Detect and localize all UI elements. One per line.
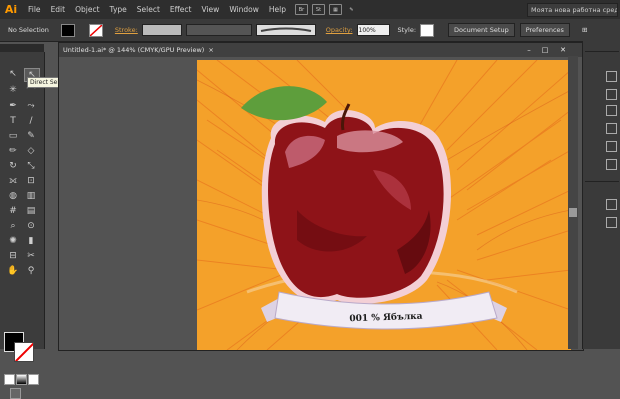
fill-swatch[interactable] — [60, 23, 75, 37]
menu-edit[interactable]: Edit — [51, 5, 66, 14]
zoom-tool-icon[interactable]: ⚲ — [24, 265, 38, 277]
document-setup-button[interactable]: Document Setup — [448, 23, 515, 37]
style-label: Style: — [397, 26, 417, 34]
align-icon[interactable]: ⊞ — [582, 26, 587, 34]
color-mode-icon[interactable] — [4, 374, 15, 385]
layers-panel-icon[interactable] — [606, 199, 617, 210]
menu-object[interactable]: Object — [75, 5, 99, 14]
stroke-color-swatch[interactable] — [14, 342, 34, 362]
column-graph-tool-icon[interactable]: ▮ — [24, 235, 38, 247]
graphic-style-swatch[interactable] — [420, 23, 435, 37]
brushes-panel-icon[interactable] — [606, 123, 617, 134]
selection-status: No Selection — [8, 26, 49, 34]
color-panel-icon[interactable] — [606, 71, 617, 82]
close-button[interactable]: ✕ — [555, 44, 571, 55]
perspective-grid-tool-icon[interactable]: ▥ — [24, 190, 38, 202]
free-transform-tool-icon[interactable]: ⊡ — [24, 175, 38, 187]
eraser-tool-icon[interactable]: ◇ — [24, 145, 38, 157]
hand-tool-icon[interactable]: ✋ — [6, 265, 20, 277]
panel-divider — [585, 181, 619, 182]
variable-width-profile[interactable] — [185, 24, 252, 36]
width-tool-icon[interactable]: ⟗ — [6, 175, 20, 187]
blend-tool-icon[interactable]: ⊙ — [24, 220, 38, 232]
brush-icon[interactable]: ✎ — [346, 5, 357, 14]
gradient-mode-icon[interactable] — [16, 374, 27, 385]
scale-tool-icon[interactable]: ⤡ — [24, 160, 38, 172]
stroke-label[interactable]: Stroke: — [115, 26, 138, 34]
type-tool-icon[interactable]: T — [6, 115, 20, 127]
maximize-button[interactable]: □ — [537, 44, 553, 55]
arrange-documents-icon[interactable]: ▦ — [329, 4, 342, 15]
toolbox-header[interactable] — [0, 44, 44, 52]
menu-view[interactable]: View — [202, 5, 220, 14]
app-logo: Ai — [4, 3, 18, 16]
right-panel-dock — [582, 41, 620, 349]
stroke-panel-icon[interactable] — [606, 105, 617, 116]
bridge-icon[interactable]: Br — [295, 4, 308, 15]
symbol-sprayer-tool-icon[interactable]: ✺ — [6, 235, 20, 247]
gradient-tool-icon[interactable]: ▤ — [24, 205, 38, 217]
menu-type[interactable]: Type — [110, 5, 127, 14]
line-tool-icon[interactable]: / — [24, 115, 38, 127]
rectangle-tool-icon[interactable]: ▭ — [6, 130, 20, 142]
menu-bar: Ai File Edit Object Type Select Effect V… — [0, 0, 620, 19]
menu-window[interactable]: Window — [229, 5, 259, 14]
symbols-panel-icon[interactable] — [606, 141, 617, 152]
preferences-button[interactable]: Preferences — [519, 23, 570, 37]
opacity-label[interactable]: Opacity: — [326, 26, 353, 34]
menu-file[interactable]: File — [28, 5, 41, 14]
vertical-scrollbar[interactable] — [568, 56, 578, 349]
swatches-panel-icon[interactable] — [606, 89, 617, 100]
selection-tool-icon[interactable]: ↖ — [6, 68, 20, 80]
close-tab-icon[interactable]: × — [208, 46, 213, 54]
paintbrush-tool-icon[interactable]: ✎ — [24, 130, 38, 142]
pencil-tool-icon[interactable]: ✏ — [6, 145, 20, 157]
opacity-field[interactable]: 100% — [356, 24, 390, 36]
menu-select[interactable]: Select — [137, 5, 160, 14]
apple-artwork — [197, 60, 571, 350]
stock-icon[interactable]: St — [312, 4, 325, 15]
draw-normal-icon[interactable] — [10, 388, 21, 399]
document-tab[interactable]: Untitled-1.ai* @ 144% (CMYK/GPU Preview)… — [59, 43, 583, 57]
artboard[interactable]: 001 % Ябълка — [197, 60, 571, 350]
appearance-panel-icon[interactable] — [606, 217, 617, 228]
none-mode-icon[interactable] — [28, 374, 39, 385]
pen-tool-icon[interactable]: ✒ — [6, 100, 20, 112]
control-bar: No Selection Stroke: Opacity: 100% Style… — [0, 19, 620, 42]
toolbox: ↖ ↖ ✳ ⌒ ✒ ⤳ T / ▭ ✎ ✏ ◇ ↻ ⤡ ⟗ ⊡ ◍ ▥ # ▤ … — [0, 52, 45, 399]
menu-help[interactable]: Help — [269, 5, 286, 14]
eyedropper-tool-icon[interactable]: ⌕ — [6, 220, 20, 232]
mesh-tool-icon[interactable]: # — [6, 205, 20, 217]
graphic-styles-panel-icon[interactable] — [606, 159, 617, 170]
brush-definition[interactable] — [255, 24, 316, 36]
curvature-tool-icon[interactable]: ⤳ — [24, 100, 38, 112]
rotate-tool-icon[interactable]: ↻ — [6, 160, 20, 172]
minimize-button[interactable]: – — [521, 44, 537, 55]
document-title: Untitled-1.ai* @ 144% (CMYK/GPU Preview) — [63, 46, 205, 54]
document-window: Untitled-1.ai* @ 144% (CMYK/GPU Preview)… — [58, 42, 584, 351]
artboard-tool-icon[interactable]: ⊟ — [6, 250, 20, 262]
stroke-swatch[interactable] — [88, 23, 103, 37]
slice-tool-icon[interactable]: ✂ — [24, 250, 38, 262]
magic-wand-icon[interactable]: ✳ — [6, 84, 20, 96]
shape-builder-tool-icon[interactable]: ◍ — [6, 190, 20, 202]
menu-effect[interactable]: Effect — [170, 5, 192, 14]
panel-divider — [585, 51, 619, 52]
scrollbar-thumb[interactable] — [569, 208, 577, 217]
stroke-weight-field[interactable] — [141, 24, 182, 36]
workspace-switcher[interactable]: Моята нова работна среда — [527, 2, 618, 17]
